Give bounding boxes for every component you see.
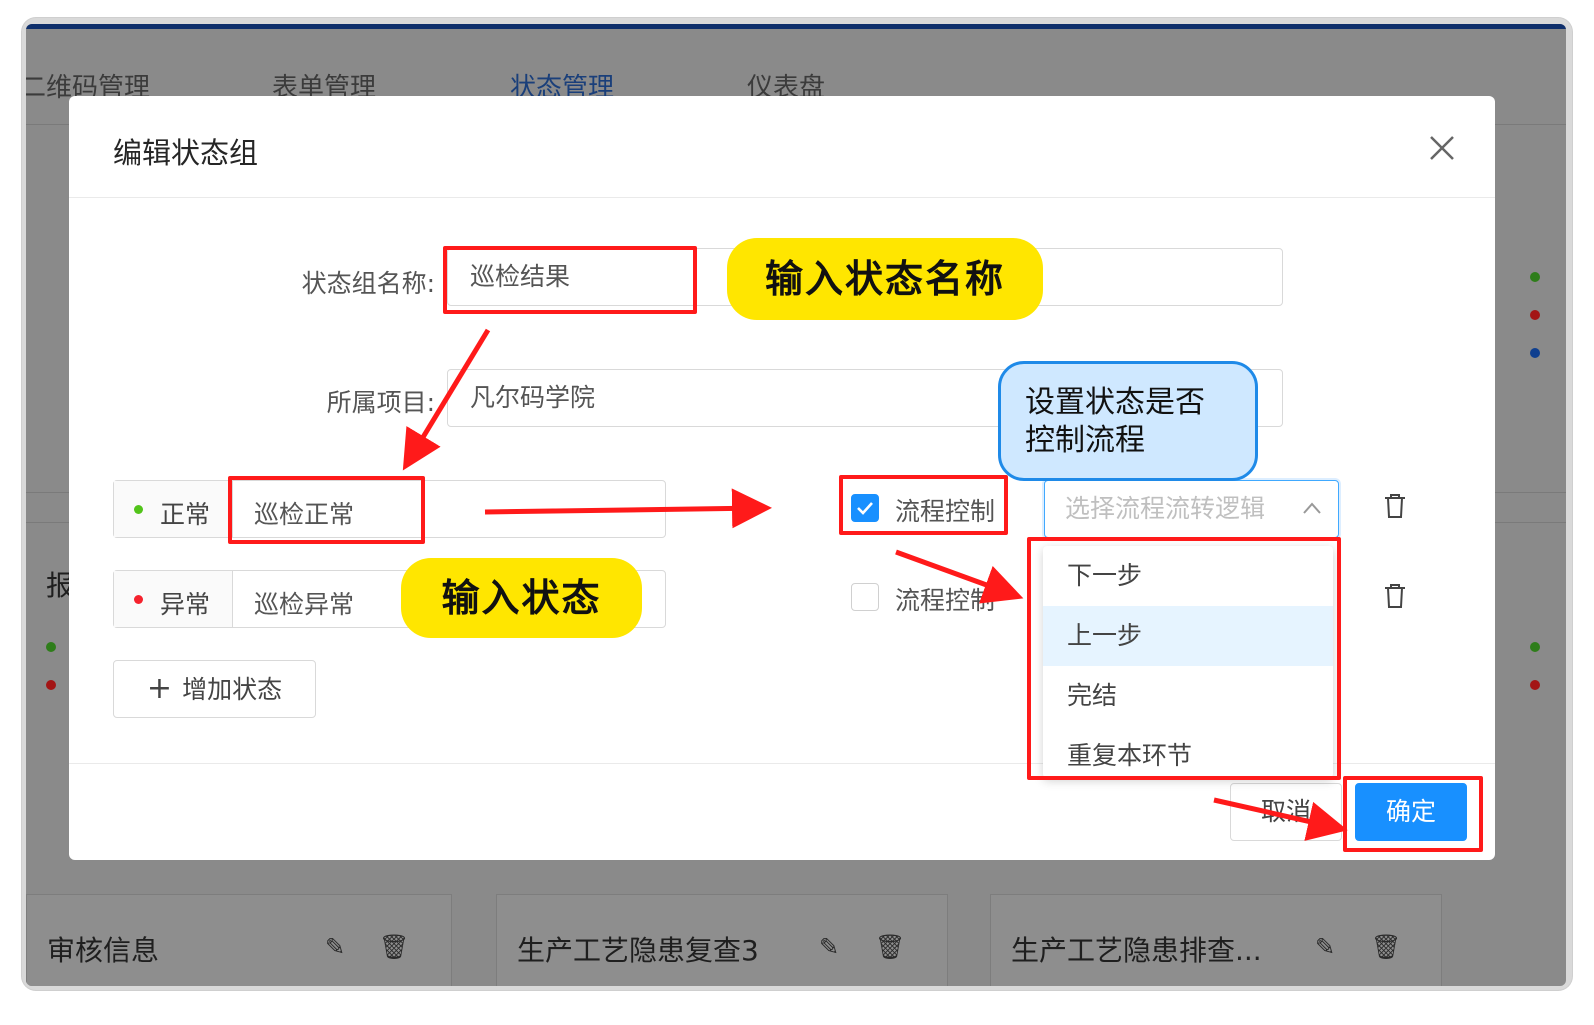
annotation-arrows: [402, 328, 1348, 841]
arrow-to-dropdown: [895, 549, 1024, 604]
arrow-to-flow-control: [484, 488, 772, 529]
arrow-to-state-input: [402, 328, 491, 471]
arrow-to-confirm: [1213, 797, 1348, 841]
